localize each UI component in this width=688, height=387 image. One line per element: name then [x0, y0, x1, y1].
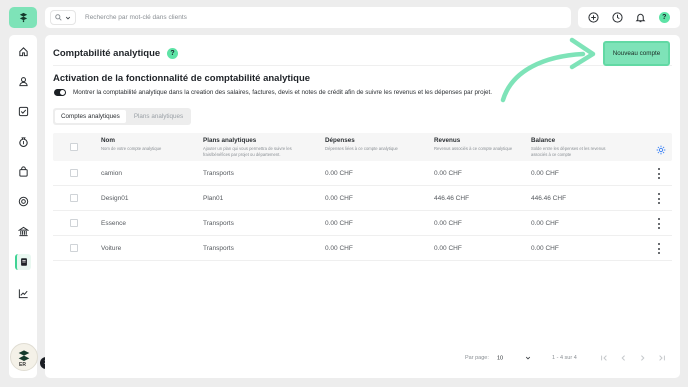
per-page-label: Par page: [465, 355, 489, 361]
tabs: Comptes analytiques Plans analytiques [53, 108, 192, 125]
col-nom-title: Nom [101, 137, 115, 144]
settings-icon[interactable] [656, 142, 666, 160]
bell-icon[interactable] [634, 11, 648, 25]
cell-balance: 0.00 CHF [531, 245, 559, 252]
first-page-icon[interactable] [599, 353, 608, 362]
cell-balance: 0.00 CHF [531, 170, 559, 177]
row-menu-icon[interactable] [656, 193, 662, 204]
col-balance-sub: Solde entre les dépenses et les revenus … [531, 146, 606, 157]
prev-page-icon[interactable] [618, 353, 627, 362]
top-search-bar: Recherche par mot-clé dans clients [45, 7, 571, 28]
cell-plan: Plan01 [203, 195, 224, 202]
cell-depenses: 0.00 CHF [325, 195, 353, 202]
title-divider [53, 65, 672, 66]
col-revenus-sub: Revenus associés à ce compte analytique [434, 146, 513, 151]
help-icon[interactable]: ? [657, 11, 671, 25]
cell-balance: 0.00 CHF [531, 220, 559, 227]
select-all-checkbox[interactable] [70, 143, 78, 151]
next-page-icon[interactable] [638, 353, 647, 362]
col-balance-title: Balance [531, 137, 556, 144]
user-initials: ER [19, 362, 26, 368]
table-row[interactable]: Voiture Transports 0.00 CHF 0.00 CHF 0.0… [53, 236, 672, 261]
money-bag-icon[interactable] [15, 133, 31, 149]
brand-logo[interactable] [9, 7, 37, 28]
clock-icon[interactable] [610, 11, 624, 25]
table-row[interactable]: Essence Transports 0.00 CHF 0.00 CHF 0.0… [53, 211, 672, 236]
cell-name: Voiture [101, 245, 122, 252]
help-label: ? [658, 12, 670, 23]
chart-icon[interactable] [15, 285, 31, 301]
row-checkbox[interactable] [70, 169, 78, 177]
shopping-bag-icon[interactable] [15, 163, 31, 179]
sidebar [9, 35, 37, 378]
search-input[interactable]: Recherche par mot-clé dans clients [85, 14, 187, 21]
accounts-table: Nom Nom de votre compte analytique Plans… [53, 133, 672, 261]
table-row[interactable]: camion Transports 0.00 CHF 0.00 CHF 0.00… [53, 161, 672, 186]
last-page-icon[interactable] [657, 353, 666, 362]
page-help-icon[interactable]: ? [167, 48, 178, 59]
home-icon[interactable] [15, 43, 31, 59]
col-nom-sub: Nom de votre compte analytique [101, 146, 162, 151]
cell-depenses: 0.00 CHF [325, 220, 353, 227]
col-plans-sub: Ajouter un plan qui vous permettra de su… [203, 146, 292, 157]
analytic-toggle[interactable] [54, 89, 66, 96]
col-plans-title: Plans analytiques [203, 137, 257, 144]
search-icon [55, 14, 62, 21]
cell-depenses: 0.00 CHF [325, 245, 353, 252]
cell-revenus: 0.00 CHF [434, 170, 462, 177]
page-title: Comptabilité analytique [53, 48, 161, 59]
per-page-select[interactable]: 10 [497, 355, 531, 361]
tasks-icon[interactable] [15, 103, 31, 119]
col-depenses-sub: Dépenses liées à ce compte analytique [325, 146, 398, 151]
cell-plan: Transports [203, 170, 234, 177]
cell-plan: Transports [203, 220, 234, 227]
contacts-icon[interactable] [15, 73, 31, 89]
top-actions: ? [578, 7, 680, 28]
row-menu-icon[interactable] [656, 218, 662, 229]
accounting-book-icon[interactable] [15, 254, 31, 270]
brand-logo-icon [19, 12, 27, 23]
col-revenus-title: Revenus [434, 137, 461, 144]
cell-name: Design01 [101, 195, 129, 202]
per-page-value: 10 [497, 355, 504, 362]
main-panel: Comptabilité analytique ? Nouveau compte… [45, 35, 680, 378]
cell-name: Essence [101, 220, 126, 227]
cell-revenus: 0.00 CHF [434, 220, 462, 227]
new-account-button[interactable]: Nouveau compte [603, 41, 670, 66]
toggle-label: Montrer la comptabilité analytique dans … [73, 89, 492, 96]
cell-plan: Transports [203, 245, 234, 252]
cell-revenus: 446.46 CHF [434, 195, 470, 202]
search-scope-select[interactable] [50, 10, 76, 25]
table-header: Nom Nom de votre compte analytique Plans… [53, 133, 672, 161]
section-title: Activation de la fonctionnalité de compt… [53, 73, 311, 84]
row-checkbox[interactable] [70, 244, 78, 252]
chevron-down-icon [65, 16, 71, 20]
row-menu-icon[interactable] [656, 168, 662, 179]
add-circle-icon[interactable] [587, 11, 601, 25]
col-depenses-title: Dépenses [325, 137, 355, 144]
cell-revenus: 0.00 CHF [434, 245, 462, 252]
support-icon[interactable] [15, 193, 31, 209]
row-menu-icon[interactable] [656, 243, 662, 254]
cell-balance: 446.46 CHF [531, 195, 567, 202]
table-row[interactable]: Design01 Plan01 0.00 CHF 446.46 CHF 446.… [53, 186, 672, 211]
page-range: 1 - 4 sur 4 [552, 355, 577, 361]
toggle-knob [60, 90, 65, 95]
tab-comptes-analytiques[interactable]: Comptes analytiques [55, 110, 126, 123]
chevron-down-icon [525, 356, 530, 360]
bank-icon[interactable] [15, 223, 31, 239]
cell-name: camion [101, 170, 122, 177]
tab-plans-analytiques[interactable]: Plans analytiques [128, 110, 189, 123]
cell-depenses: 0.00 CHF [325, 170, 353, 177]
row-checkbox[interactable] [70, 219, 78, 227]
row-checkbox[interactable] [70, 194, 78, 202]
